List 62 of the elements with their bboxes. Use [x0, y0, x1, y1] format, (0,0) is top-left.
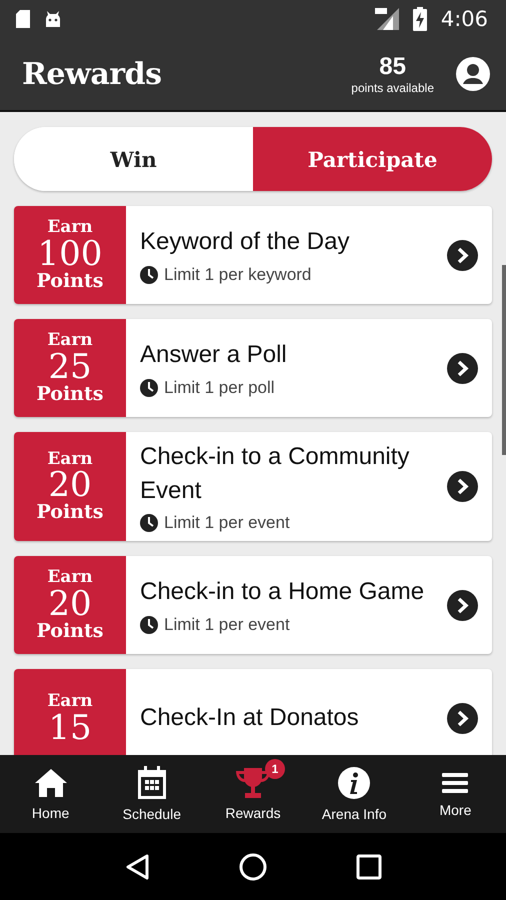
nav-tab[interactable]: Arena Info — [304, 755, 405, 833]
reward-title: Check-in to a Home Game — [140, 577, 426, 608]
info-icon — [337, 766, 372, 800]
earn-label: Earn — [47, 218, 93, 237]
clock-icon — [140, 378, 158, 397]
points-unit: Points — [36, 502, 104, 524]
page-title: Rewards — [22, 56, 162, 92]
points-label: points available — [351, 81, 434, 95]
chevron-icon — [447, 471, 478, 502]
reward-title: Check-In at Donatos — [140, 703, 360, 734]
points-count: 85 — [379, 53, 406, 81]
clock-icon — [140, 514, 158, 532]
nav-tab[interactable]: More — [404, 755, 506, 833]
android-icon — [44, 11, 62, 27]
chevron-icon — [447, 702, 478, 734]
home-button-icon[interactable] — [238, 852, 267, 880]
nav-tab[interactable]: Schedule — [101, 755, 202, 833]
reward-title: Check-in to a Community Event — [140, 442, 410, 506]
signal-icon — [374, 8, 399, 30]
chevron-icon — [447, 352, 478, 384]
sd-card-icon — [16, 10, 30, 28]
segment-tab[interactable]: Participate — [253, 127, 492, 191]
points-value: 100 — [38, 236, 102, 271]
battery-icon — [412, 7, 427, 31]
segment-tab[interactable]: Win — [14, 127, 253, 191]
menu-icon — [440, 770, 470, 796]
points-value: 25 — [48, 350, 92, 384]
recents-icon[interactable] — [356, 854, 382, 880]
reward-title: Keyword of the Day — [140, 227, 350, 258]
nav-tab[interactable]: 1 Rewards — [202, 755, 304, 833]
clock-icon — [140, 266, 158, 284]
earn-label: Earn — [47, 568, 93, 588]
clock-icon — [140, 616, 158, 634]
trophy-icon — [235, 767, 271, 799]
earn-label: Earn — [47, 450, 93, 468]
reward-title: Answer a Poll — [140, 340, 288, 370]
reward-card[interactable]: Earn 20 Points Check-in to a Home Game Limit 1 per event — [14, 556, 492, 654]
limit-text: Limit 1 per keyword — [164, 264, 312, 285]
chevron-icon — [447, 590, 478, 621]
points-unit: Points — [36, 384, 104, 405]
limit-text: Limit 1 per event — [164, 614, 290, 635]
nav-tab[interactable]: Home — [0, 755, 102, 833]
reward-card[interactable]: Earn 15 Check-In at Donatos — [14, 669, 492, 755]
reward-card[interactable]: Earn 100 Points Keyword of the Day Limit 1 per keyword — [14, 206, 492, 304]
home-icon — [32, 767, 69, 799]
profile-icon[interactable] — [456, 57, 490, 91]
notification-badge: 1 — [265, 759, 285, 779]
back-icon[interactable] — [124, 852, 150, 880]
points-unit: Points — [36, 621, 104, 642]
limit-text: Limit 1 per poll — [164, 378, 275, 398]
reward-card[interactable]: Earn 20 Points Check-in to a Community Event Limit 1 per event — [14, 432, 492, 542]
points-value: 15 — [48, 710, 92, 745]
earn-label: Earn — [47, 692, 93, 711]
points-value: 20 — [48, 587, 92, 622]
chevron-icon — [447, 240, 478, 270]
earn-label: Earn — [47, 331, 93, 350]
points-unit: Points — [36, 270, 104, 292]
reward-card[interactable]: Earn 25 Points Answer a Poll Limit 1 per poll — [14, 319, 492, 417]
calendar-icon — [136, 766, 168, 800]
status-time: 4:06 — [440, 7, 488, 31]
points-value: 20 — [48, 468, 92, 502]
limit-text: Limit 1 per event — [164, 513, 290, 534]
